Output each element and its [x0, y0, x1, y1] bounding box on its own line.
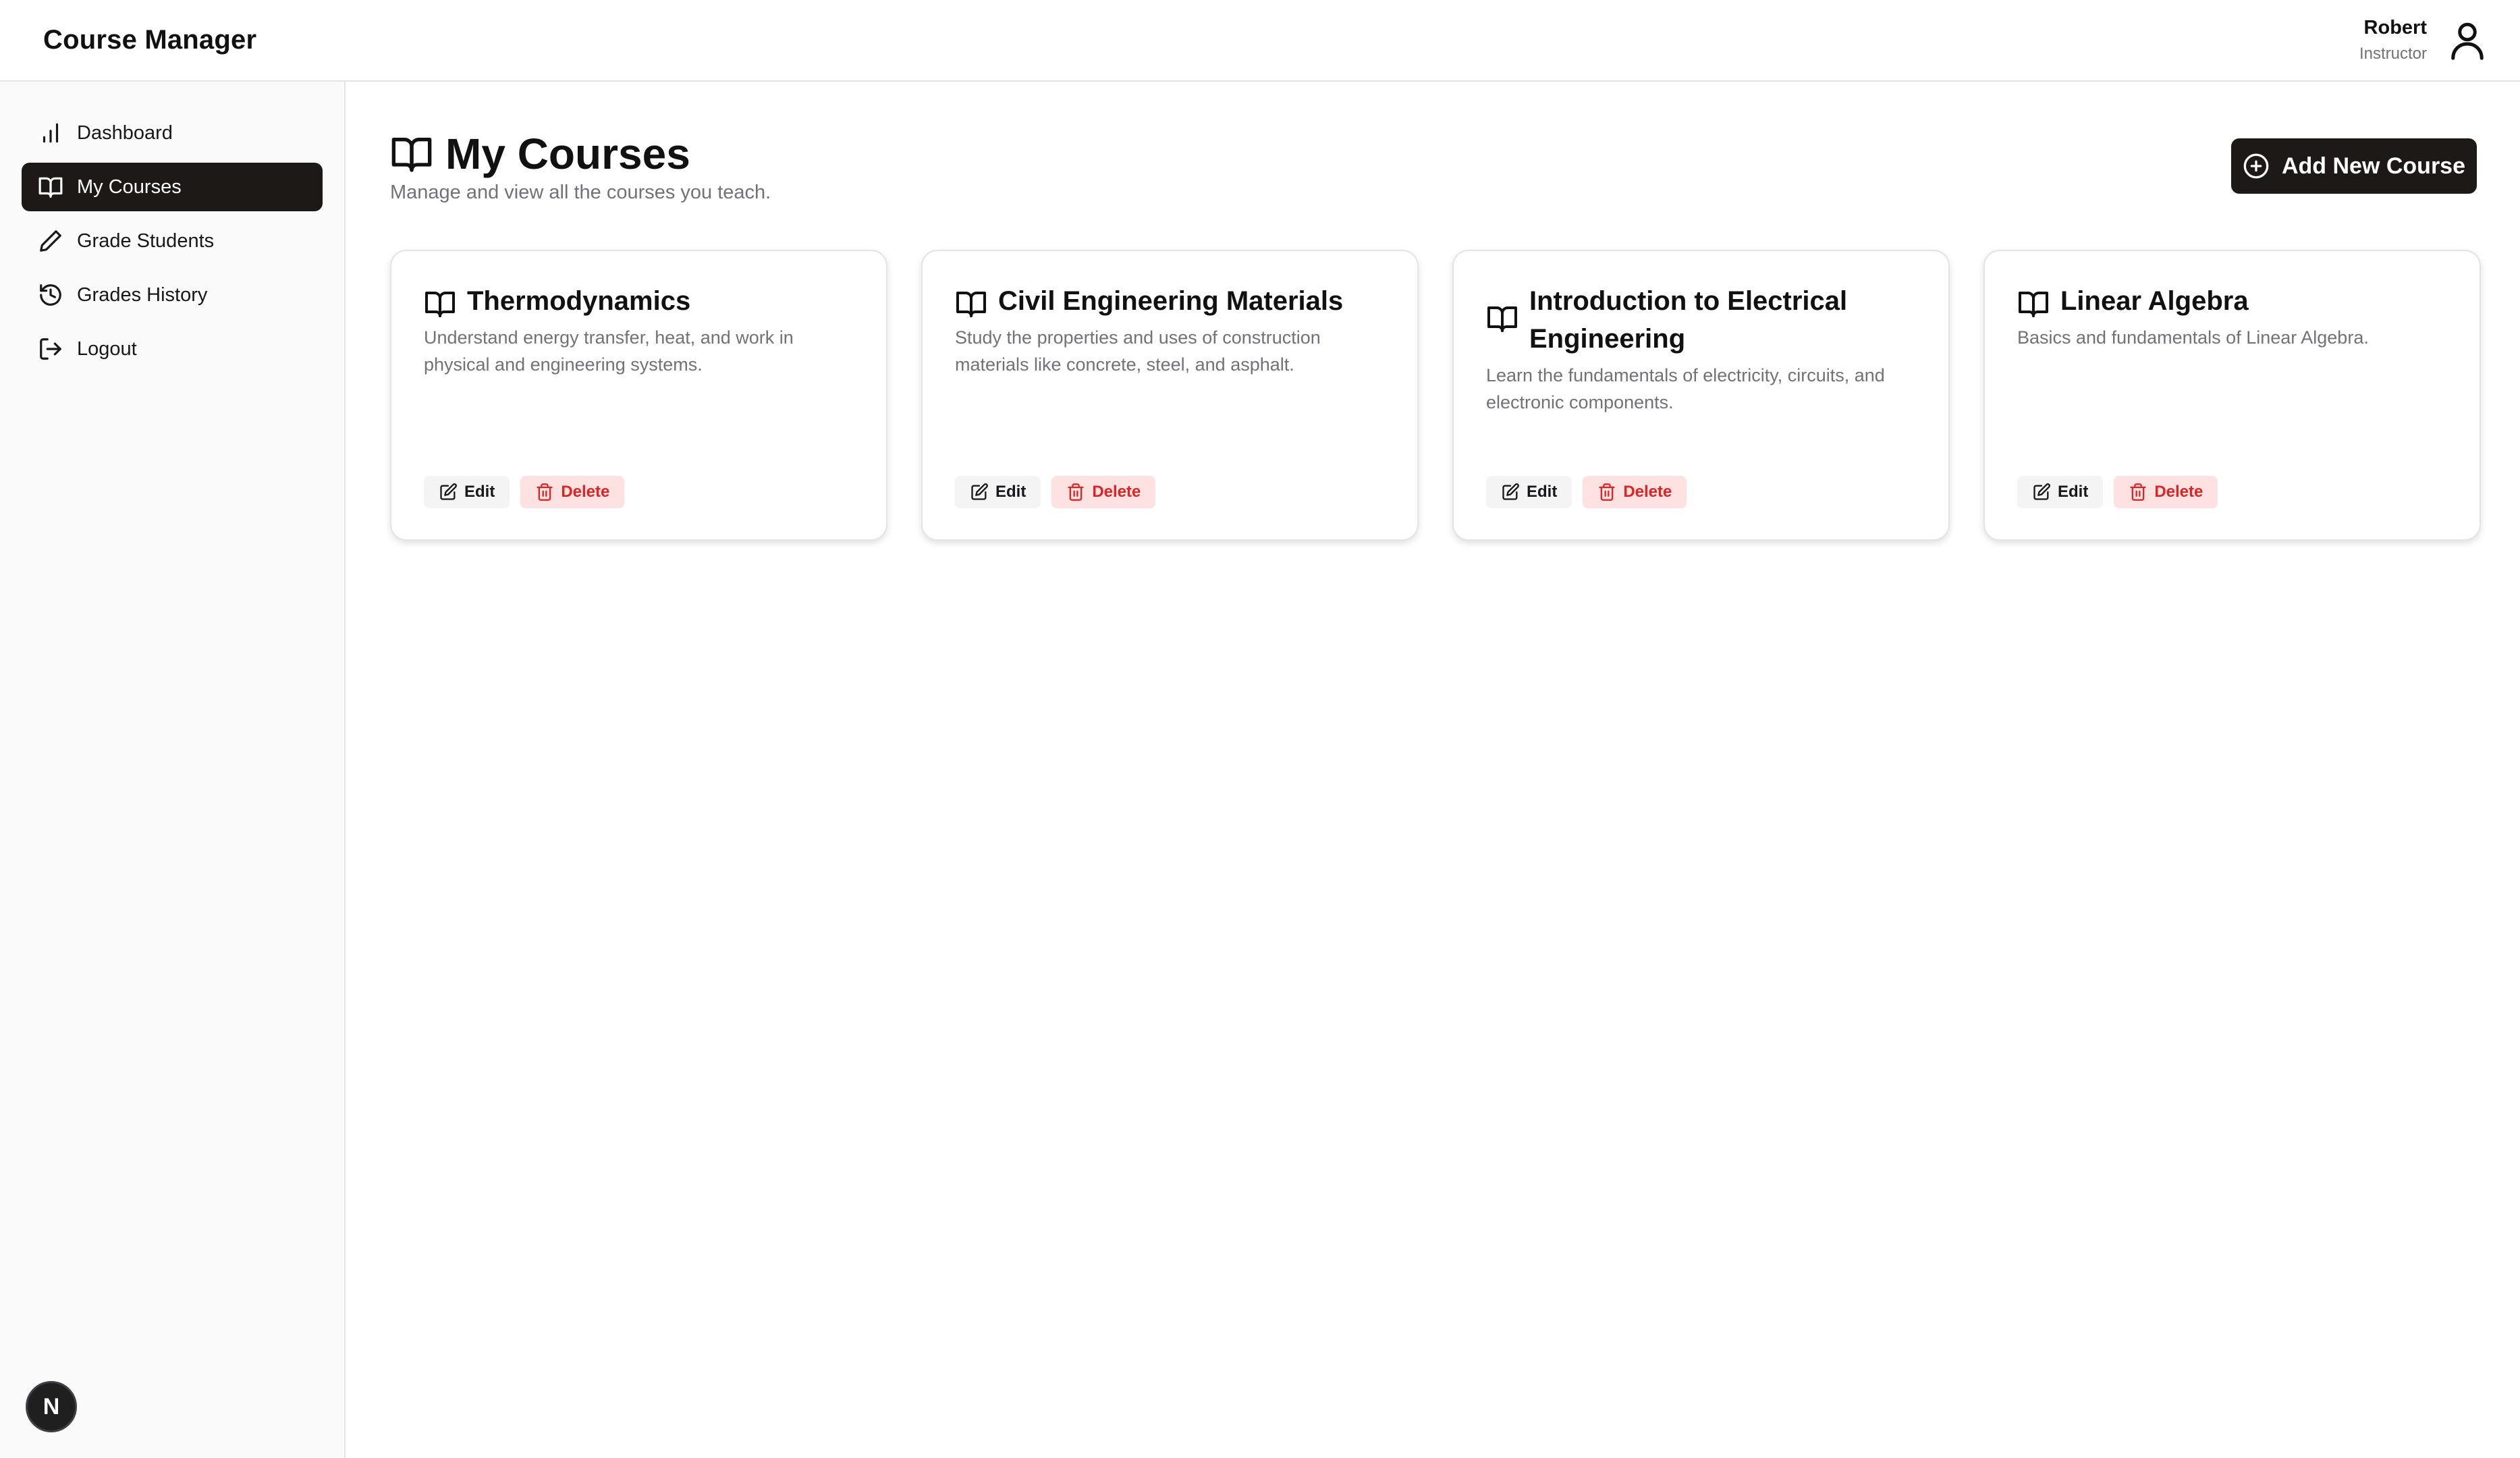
course-card[interactable]: Civil Engineering Materials Study the pr… — [921, 250, 1419, 541]
book-open-icon — [2019, 292, 2048, 317]
delete-course-button[interactable]: Delete — [1583, 476, 1687, 508]
trash-icon — [1068, 483, 1084, 501]
book-open-icon — [38, 177, 63, 198]
book-open-icon — [425, 292, 455, 317]
course-list: Thermodynamics Understand energy transfe… — [390, 250, 2481, 541]
course-description: Understand energy transfer, heat, and wo… — [424, 327, 794, 375]
course-title: Introduction to Electrical Engineering — [1529, 286, 1848, 354]
edit-icon — [440, 483, 457, 500]
sidebar-item-grade-students[interactable]: Grade Students — [22, 217, 323, 265]
main-content: My Courses Manage and view all the cours… — [390, 82, 2481, 541]
course-title: Civil Engineering Materials — [998, 286, 1344, 316]
edit-course-button[interactable]: Edit — [2017, 476, 2104, 508]
delete-course-button[interactable]: Delete — [2114, 476, 2218, 508]
edit-course-button[interactable]: Edit — [1486, 476, 1572, 508]
edit-course-button[interactable]: Edit — [424, 476, 510, 508]
history-icon — [40, 284, 61, 306]
book-open-icon — [956, 292, 986, 317]
top-header: Course Manager Robert Instructor — [0, 0, 2520, 82]
user-role: Instructor — [2359, 45, 2427, 63]
course-card[interactable]: Introduction to Electrical Engineering L… — [1452, 250, 1950, 541]
user-name: Robert — [2363, 17, 2427, 38]
framework-badge[interactable]: N — [26, 1381, 77, 1432]
page-title: My Courses — [445, 130, 690, 178]
logout-icon — [40, 338, 61, 360]
app-title: Course Manager — [43, 25, 257, 55]
sidebar-item-label: Grades History — [77, 284, 208, 306]
trash-icon — [1599, 483, 1615, 501]
sidebar-item-my-courses[interactable]: My Courses — [22, 163, 323, 211]
course-title: Linear Algebra — [2060, 286, 2249, 316]
sidebar-item-dashboard[interactable]: Dashboard — [22, 109, 323, 157]
book-open-icon — [391, 138, 432, 172]
course-card[interactable]: Linear Algebra Basics and fundamentals o… — [1983, 250, 2481, 541]
sidebar-item-grades-history[interactable]: Grades History — [22, 271, 323, 319]
trash-icon — [537, 483, 553, 501]
edit-icon — [971, 483, 988, 500]
pencil-icon — [40, 230, 61, 252]
book-open-icon — [1487, 306, 1517, 332]
page-subtitle: Manage and view all the courses you teac… — [390, 182, 771, 203]
add-new-course-button[interactable]: Add New Course — [2231, 138, 2477, 194]
sidebar-item-label: Dashboard — [77, 122, 173, 144]
user-menu[interactable]: Robert Instructor — [2359, 17, 2488, 63]
sidebar: Dashboard My Courses Grade Students Grad… — [0, 82, 346, 1458]
bar-chart-icon — [43, 123, 59, 143]
sidebar-item-label: Logout — [77, 338, 137, 360]
plus-circle-icon — [2243, 153, 2269, 179]
sidebar-item-label: Grade Students — [77, 230, 215, 252]
delete-course-button[interactable]: Delete — [1051, 476, 1156, 508]
edit-course-button[interactable]: Edit — [955, 476, 1041, 508]
delete-course-button[interactable]: Delete — [520, 476, 625, 508]
course-title: Thermodynamics — [467, 286, 691, 316]
edit-icon — [1502, 483, 1519, 500]
sidebar-item-logout[interactable]: Logout — [22, 325, 323, 373]
page-header: My Courses Manage and view all the cours… — [390, 82, 2477, 250]
course-description: Study the properties and uses of constru… — [955, 327, 1321, 375]
course-card[interactable]: Thermodynamics Understand energy transfe… — [390, 250, 887, 541]
course-description: Basics and fundamentals of Linear Algebr… — [2017, 327, 2369, 348]
edit-icon — [2033, 483, 2050, 500]
sidebar-item-label: My Courses — [77, 176, 182, 198]
user-icon[interactable] — [2447, 20, 2488, 61]
trash-icon — [2130, 483, 2146, 501]
course-description: Learn the fundamentals of electricity, c… — [1486, 365, 1885, 412]
